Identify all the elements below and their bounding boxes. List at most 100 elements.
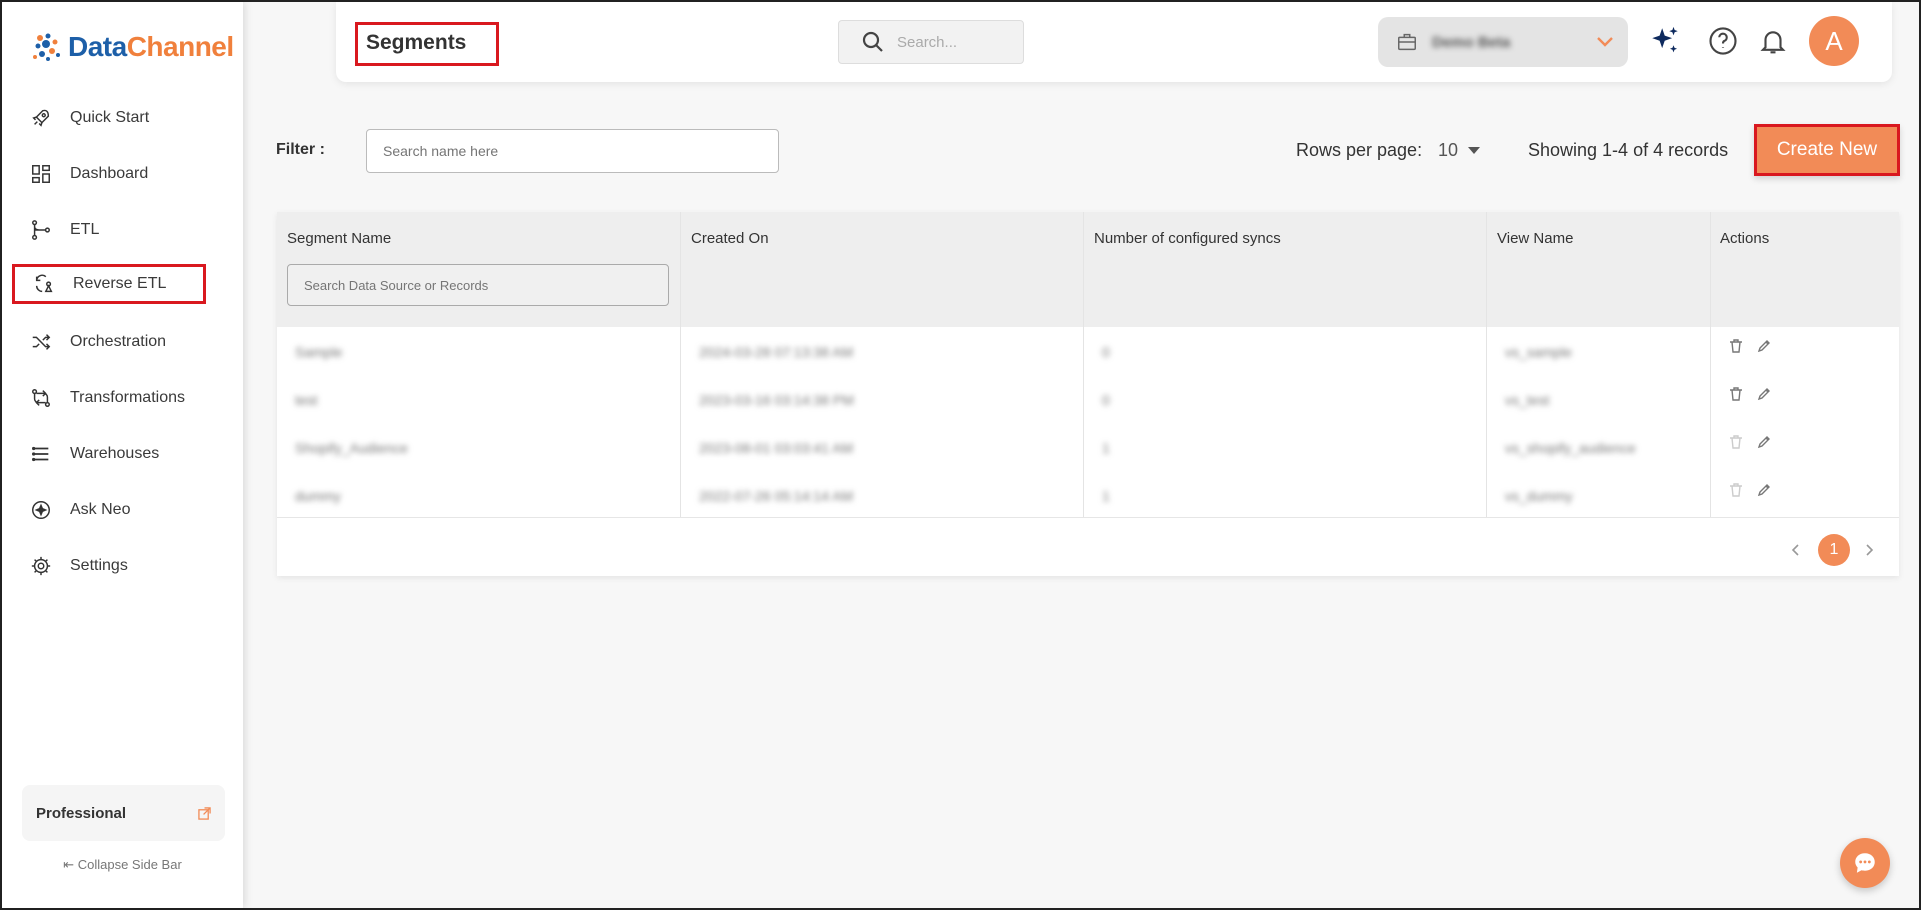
sidebar-item-transformations[interactable]: Transformations <box>30 378 185 418</box>
help-icon[interactable] <box>1708 26 1738 56</box>
sidebar-item-etl[interactable]: ETL <box>30 210 99 250</box>
sidebar-item-label: Warehouses <box>70 445 160 462</box>
logo[interactable]: DataChannel <box>30 30 234 64</box>
collapse-label: Collapse Side Bar <box>77 857 182 872</box>
logo-text: DataChannel <box>68 31 234 63</box>
filter-input[interactable] <box>366 129 779 173</box>
segment-name-search-input[interactable] <box>287 264 669 306</box>
cell-view-name: vs_shopify_audience <box>1505 440 1636 456</box>
sidebar-item-label: Quick Start <box>70 109 150 126</box>
cell-created-on: 2022-07-26 05:14:14 AM <box>699 488 854 504</box>
cell-segment-name[interactable]: dummy <box>295 488 341 504</box>
page-title: Segments <box>355 22 499 66</box>
grid-icon <box>32 165 50 183</box>
chevron-right-icon[interactable] <box>1864 543 1874 557</box>
logo-text-channel: Channel <box>126 31 234 62</box>
chat-button[interactable] <box>1840 838 1890 888</box>
collapse-sidebar-button[interactable]: ⇤ Collapse Side Bar <box>2 857 243 873</box>
create-new-button[interactable]: Create New <box>1754 124 1900 176</box>
cell-syncs: 0 <box>1102 344 1110 360</box>
column-header-actions: Actions <box>1720 230 1770 247</box>
search-icon <box>862 31 883 52</box>
column-divider <box>1486 212 1487 517</box>
sidebar-item-label: Orchestration <box>70 333 167 350</box>
records-count: Showing 1-4 of 4 records <box>1528 140 1729 160</box>
sidebar-item-label: ETL <box>70 221 100 238</box>
topbar: Segments Search... Demo Beta A <box>336 2 1892 82</box>
sidebar: DataChannel Quick Start Dashboard ETL Re… <box>2 2 243 908</box>
column-header-syncs[interactable]: Number of configured syncs <box>1094 230 1281 247</box>
edit-icon[interactable] <box>1756 482 1772 498</box>
external-link-icon[interactable] <box>198 806 211 820</box>
sidebar-item-ask-neo[interactable]: Ask Neo <box>30 490 130 530</box>
column-divider <box>1083 212 1084 517</box>
ai-sparkle-icon[interactable] <box>1648 24 1682 58</box>
rocket-icon <box>32 109 50 127</box>
delete-icon[interactable] <box>1728 386 1744 402</box>
page-number-current[interactable]: 1 <box>1818 534 1850 566</box>
segments-table: Segment Name Created On Number of config… <box>277 212 1899 576</box>
sidebar-item-label: Ask Neo <box>70 501 131 518</box>
sidebar-item-label: Settings <box>70 557 128 574</box>
shuffle-icon <box>32 334 51 350</box>
logo-icon <box>33 33 60 61</box>
plan-box[interactable]: Professional <box>22 785 225 841</box>
cell-syncs: 1 <box>1102 440 1110 456</box>
flow-icon <box>32 220 50 240</box>
transform-icon <box>32 389 50 407</box>
avatar[interactable]: A <box>1809 16 1859 66</box>
sidebar-item-warehouses[interactable]: Warehouses <box>30 434 159 474</box>
cell-segment-name[interactable]: test <box>295 392 318 408</box>
cell-syncs: 1 <box>1102 488 1110 504</box>
column-header-segment-name[interactable]: Segment Name <box>287 230 391 247</box>
sidebar-item-reverse-etl[interactable]: Reverse ETL <box>12 264 206 304</box>
sparkle-circle-icon <box>32 501 50 519</box>
column-header-created-on[interactable]: Created On <box>691 230 769 247</box>
edit-icon[interactable] <box>1756 386 1772 402</box>
sidebar-item-dashboard[interactable]: Dashboard <box>30 154 148 194</box>
bell-icon[interactable] <box>1758 26 1788 56</box>
cell-created-on: 2024-03-28 07:13:38 AM <box>699 344 854 360</box>
logo-text-data: Data <box>68 31 127 62</box>
column-divider <box>680 212 681 517</box>
cell-view-name: vs_test <box>1505 392 1550 408</box>
workspace-name: Demo Beta <box>1432 33 1511 51</box>
briefcase-icon <box>1398 33 1416 51</box>
sidebar-item-orchestration[interactable]: Orchestration <box>30 322 166 362</box>
rows-per-page-value: 10 <box>1438 140 1459 160</box>
filter-label: Filter : <box>276 141 325 158</box>
table-pagination: 1 <box>277 517 1899 576</box>
rows-per-page-select[interactable]: 10 <box>1438 140 1481 161</box>
chevron-left-icon[interactable] <box>1791 543 1801 557</box>
cell-created-on: 2023-03-16 03:14:38 PM <box>699 392 854 408</box>
edit-icon[interactable] <box>1756 434 1772 450</box>
collapse-icon: ⇤ <box>63 857 78 872</box>
cell-syncs: 0 <box>1102 392 1110 408</box>
reverse-flow-icon <box>35 274 53 293</box>
delete-icon <box>1730 435 1742 449</box>
cell-view-name: vs_dummy <box>1505 488 1573 504</box>
column-header-view-name[interactable]: View Name <box>1497 230 1573 247</box>
chat-bubble-icon <box>1855 853 1875 873</box>
sidebar-item-label: Dashboard <box>70 165 149 182</box>
chevron-down-icon <box>1597 37 1613 47</box>
cell-created-on: 2023-08-01 03:03:41 AM <box>699 440 854 456</box>
sidebar-item-quick-start[interactable]: Quick Start <box>30 98 149 138</box>
global-search[interactable]: Search... <box>838 20 1024 64</box>
global-search-placeholder: Search... <box>897 33 958 51</box>
delete-icon[interactable] <box>1728 338 1744 354</box>
cell-segment-name[interactable]: Shopify_Audience <box>295 440 408 456</box>
table-header: Segment Name Created On Number of config… <box>277 212 1899 327</box>
list-icon <box>32 446 49 462</box>
sidebar-item-label: Transformations <box>70 389 185 406</box>
cell-segment-name[interactable]: Sample <box>295 344 342 360</box>
workspace-selector[interactable]: Demo Beta <box>1378 17 1628 67</box>
delete-icon <box>1730 483 1742 497</box>
plan-label: Professional <box>36 804 127 822</box>
sidebar-item-label: Reverse ETL <box>73 275 167 292</box>
rows-per-page-label: Rows per page: <box>1296 140 1423 160</box>
gear-icon <box>31 556 51 576</box>
sidebar-item-settings[interactable]: Settings <box>30 546 128 586</box>
edit-icon[interactable] <box>1756 338 1772 354</box>
column-divider <box>1710 212 1711 517</box>
